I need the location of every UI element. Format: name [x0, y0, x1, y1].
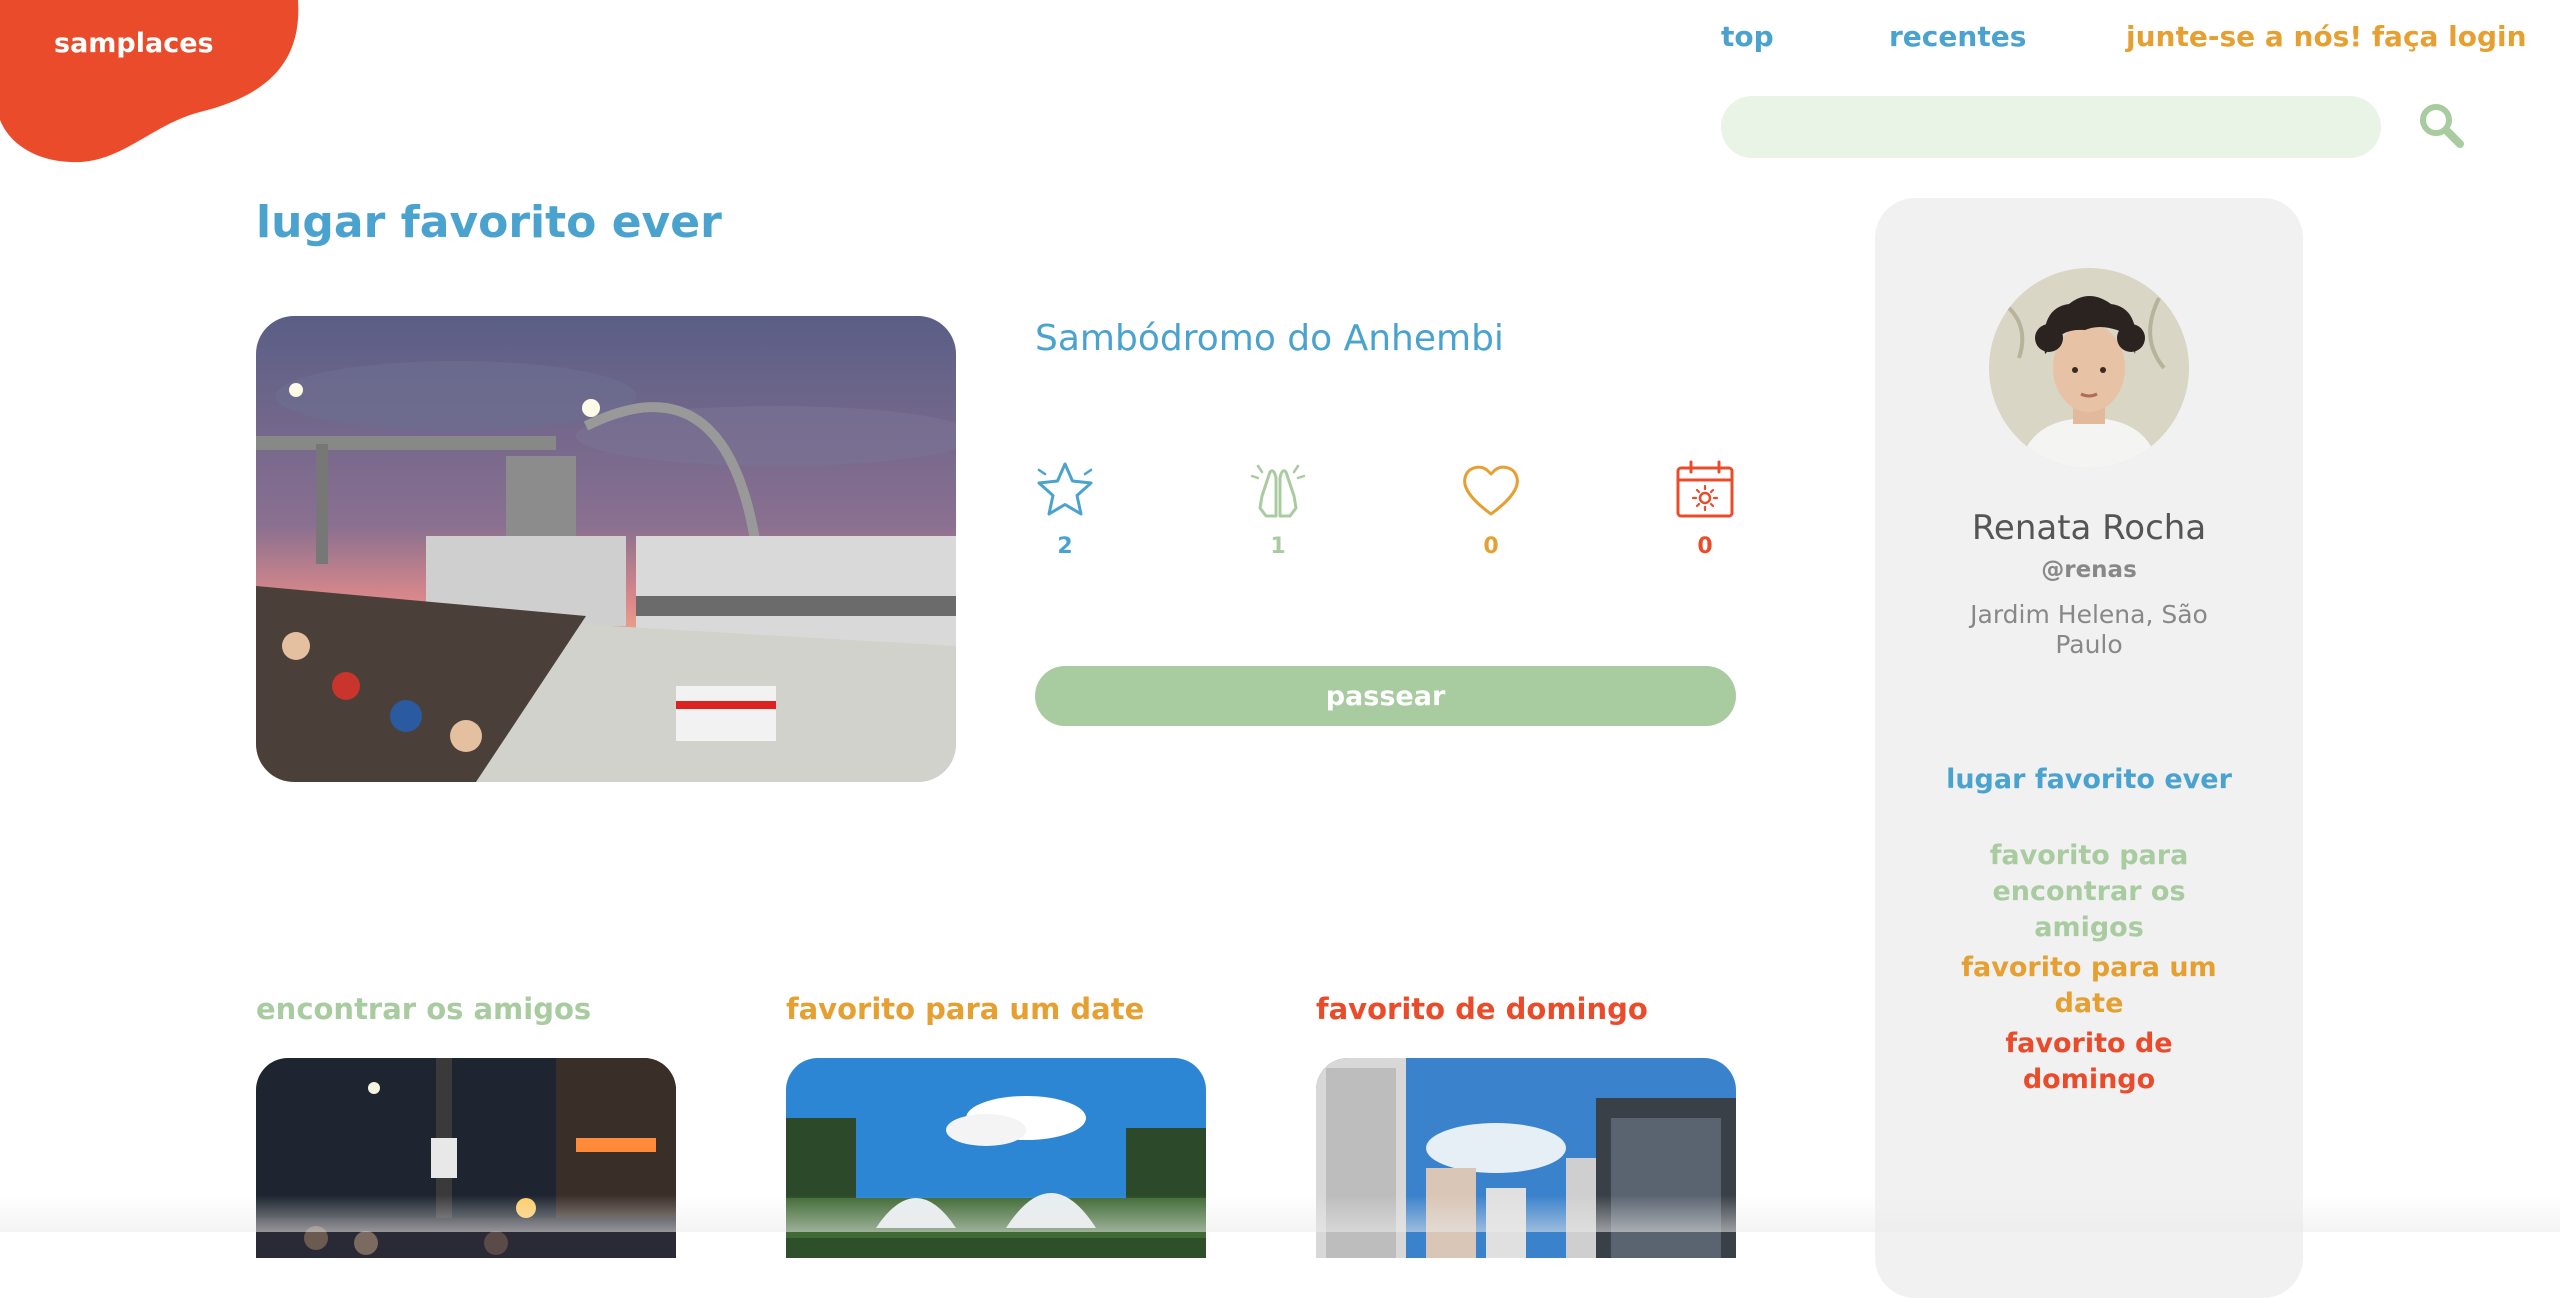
section-thumb-date[interactable] [786, 1058, 1206, 1258]
stat-likes[interactable]: 0 [1456, 458, 1526, 559]
section-thumb-amigos[interactable] [256, 1058, 676, 1258]
profile-handle: @renas [2041, 557, 2137, 583]
stat-stars[interactable]: 2 [1030, 458, 1100, 559]
star-icon [1037, 462, 1093, 516]
calendar-sun-icon [1676, 460, 1734, 518]
place-photo[interactable] [256, 316, 956, 782]
stat-visits[interactable]: 0 [1670, 458, 1740, 559]
stat-count: 0 [1483, 534, 1499, 559]
stat-count: 1 [1270, 534, 1286, 559]
profile-name: Renata Rocha [1971, 508, 2207, 548]
stat-thanks[interactable]: 1 [1243, 458, 1313, 559]
section-title-domingo[interactable]: favorito de domingo [1316, 992, 1648, 1026]
place-name[interactable]: Sambódromo do Anhembi [1035, 318, 1504, 359]
section-thumb-domingo[interactable] [1316, 1058, 1736, 1258]
passear-button[interactable]: passear [1035, 666, 1736, 726]
heart-icon [1463, 465, 1519, 516]
nav-link-top[interactable]: top [1721, 20, 1774, 53]
profile-link-domingo[interactable]: favorito de domingo [1935, 1026, 2243, 1098]
section-title-amigos[interactable]: encontrar os amigos [256, 992, 591, 1026]
profile-location: Jardim Helena, São Paulo [1970, 600, 2208, 659]
logo[interactable]: samplaces [54, 28, 214, 59]
stat-count: 0 [1697, 534, 1713, 559]
profile-link-lugar-favorito[interactable]: lugar favorito ever [1935, 762, 2243, 798]
page-title: lugar favorito ever [256, 197, 722, 248]
praying-hands-icon [1250, 464, 1306, 518]
nav-link-recentes[interactable]: recentes [1889, 20, 2026, 53]
stat-count: 2 [1057, 534, 1073, 559]
search-input[interactable] [1721, 96, 2381, 158]
logo-blob [0, 0, 299, 163]
avatar[interactable] [1989, 268, 2189, 468]
nav-link-login[interactable]: junte-se a nós! faça login [2126, 20, 2527, 53]
section-title-date[interactable]: favorito para um date [786, 992, 1144, 1026]
profile-link-amigos[interactable]: favorito para encontrar os amigos [1955, 838, 2223, 946]
profile-link-date[interactable]: favorito para um date [1935, 950, 2243, 1022]
search-icon[interactable] [2416, 100, 2466, 150]
